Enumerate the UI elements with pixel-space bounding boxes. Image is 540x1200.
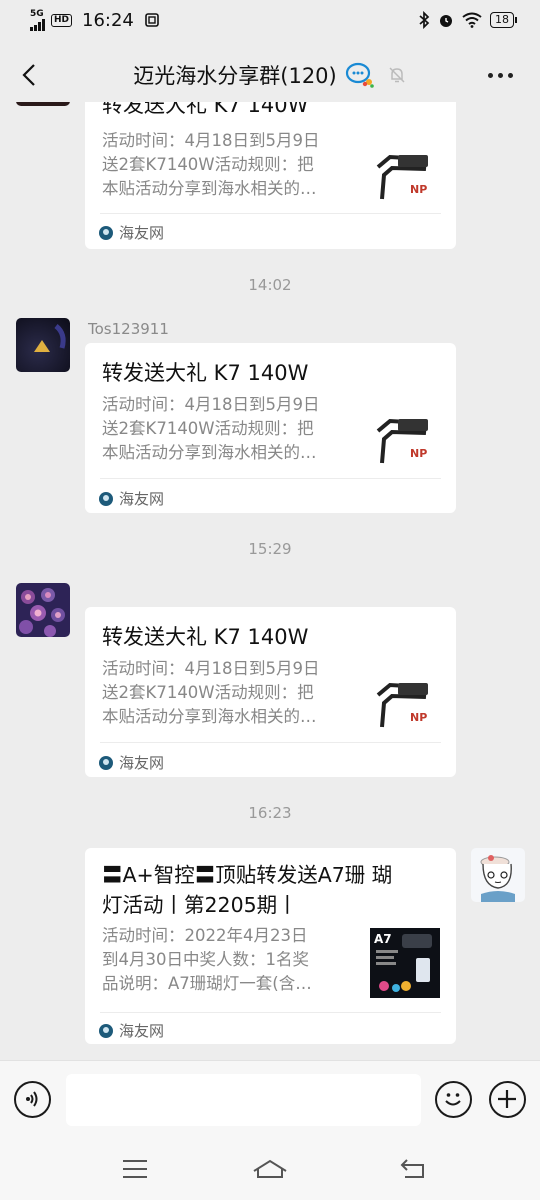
voice-icon <box>26 1091 38 1107</box>
wifi-icon <box>462 12 482 28</box>
zoanthid-avatar-icon <box>19 588 65 637</box>
card-thumbnail: NP <box>370 665 440 735</box>
screenshot-icon <box>145 13 159 27</box>
back-arrow-icon <box>22 64 35 86</box>
signal-bars-icon <box>30 18 45 31</box>
lamp-image-icon: NP <box>376 682 428 728</box>
lamp-image-icon: NP <box>376 154 428 200</box>
nav-menu-button[interactable] <box>117 1154 153 1184</box>
card-description: 活动时间：4月18日到5月9日 送2套K7140W活动规则：把 本贴活动分享到海… <box>102 395 320 462</box>
card-divider <box>100 213 441 214</box>
nav-home-button[interactable] <box>252 1154 288 1184</box>
svg-text:NP: NP <box>410 183 427 196</box>
system-nav-bar <box>0 1140 540 1200</box>
emoji-icon <box>445 1093 461 1106</box>
plus-icon <box>498 1090 516 1108</box>
thumb-label: A7 <box>374 932 392 946</box>
card-description: 活动时间：2022年4月23日 到4月30日中奖人数：1名奖 品说明：A7珊瑚灯… <box>102 926 312 993</box>
status-time: 16:24 <box>82 9 134 31</box>
sender-name: Tos123911 <box>88 320 169 338</box>
a7-promo-image-icon: A7 <box>374 932 432 992</box>
chat-area[interactable]: 转发送大礼 K7 140W 活动时间：4月18日到5月9日 送2套K7140W活… <box>0 102 540 1060</box>
source-logo-icon <box>99 225 113 240</box>
network-type: 5G <box>30 8 44 19</box>
lamp-image-icon: NP <box>376 418 428 464</box>
card-thumbnail: A7 <box>370 928 440 998</box>
my-avatar[interactable] <box>471 848 525 902</box>
nav-back-button[interactable] <box>394 1154 430 1184</box>
card-description: 活动时间：4月18日到5月9日 送2套K7140W活动规则：把 本贴活动分享到海… <box>102 131 320 198</box>
card-title: 转发送大礼 K7 140W <box>102 625 309 649</box>
source-logo-icon <box>99 1023 113 1038</box>
link-card[interactable]: 〓A+智控〓顶贴转发送A7珊 瑚 灯活动丨第2205期丨 活动时间：2022年4… <box>85 848 456 1044</box>
battery-indicator: 18 <box>490 12 517 28</box>
signal-indicator: 5G <box>30 8 45 31</box>
card-source: 海友网 <box>99 488 164 509</box>
source-logo-icon <box>99 755 113 770</box>
emoji-button[interactable] <box>435 1081 472 1118</box>
card-divider <box>100 478 441 479</box>
link-card[interactable]: 转发送大礼 K7 140W 活动时间：4月18日到5月9日 送2套K7140W活… <box>85 607 456 777</box>
svg-text:NP: NP <box>410 711 427 724</box>
home-icon <box>253 1159 287 1178</box>
menu-icon <box>123 1160 147 1178</box>
card-source: 海友网 <box>99 1020 164 1041</box>
voice-input-button[interactable] <box>14 1081 51 1118</box>
hd-badge: HD <box>51 13 73 27</box>
message-timestamp: 16:23 <box>248 804 292 822</box>
more-functions-button[interactable] <box>489 1081 526 1118</box>
source-logo-icon <box>99 491 113 506</box>
bluetooth-icon <box>419 11 430 29</box>
card-divider <box>100 742 441 743</box>
card-title: 〓A+智控〓顶贴转发送A7珊 瑚 灯活动丨第2205期丨 <box>102 863 393 917</box>
message-timestamp: 15:29 <box>248 540 292 558</box>
card-divider <box>100 1012 441 1013</box>
card-thumbnail: NP <box>370 137 440 207</box>
alarm-icon <box>440 15 452 27</box>
status-bar: 5G HD 16:24 18 <box>0 0 540 40</box>
chat-title[interactable]: 迈光海水分享群(120) <box>133 60 336 90</box>
card-description: 活动时间：4月18日到5月9日 送2套K7140W活动规则：把 本贴活动分享到海… <box>102 659 320 726</box>
svg-text:NP: NP <box>410 447 427 460</box>
coral-avatar-icon <box>34 324 66 352</box>
more-options-button[interactable] <box>482 60 518 90</box>
return-icon <box>400 1159 424 1178</box>
card-title: 转发送大礼 K7 140W <box>102 361 309 385</box>
message-input[interactable] <box>66 1074 421 1126</box>
link-card[interactable]: 转发送大礼 K7 140W 活动时间：4月18日到5月9日 送2套K7140W活… <box>85 343 456 513</box>
card-thumbnail: NP <box>370 401 440 471</box>
title-bar: 迈光海水分享群(120) <box>0 48 540 102</box>
card-title: 转发送大礼 K7 140W <box>102 102 309 117</box>
card-source: 海友网 <box>99 752 164 773</box>
back-button[interactable] <box>14 58 44 92</box>
group-chat-icon <box>345 62 374 88</box>
avatar[interactable] <box>16 102 70 106</box>
avatar[interactable] <box>16 318 70 372</box>
input-bar <box>0 1060 540 1140</box>
avatar[interactable] <box>16 583 70 637</box>
card-source: 海友网 <box>99 222 164 243</box>
mute-icon <box>389 67 405 83</box>
cartoon-avatar-icon <box>480 855 515 902</box>
message-timestamp: 14:02 <box>248 276 292 294</box>
link-card[interactable]: 转发送大礼 K7 140W 活动时间：4月18日到5月9日 送2套K7140W活… <box>85 102 456 249</box>
